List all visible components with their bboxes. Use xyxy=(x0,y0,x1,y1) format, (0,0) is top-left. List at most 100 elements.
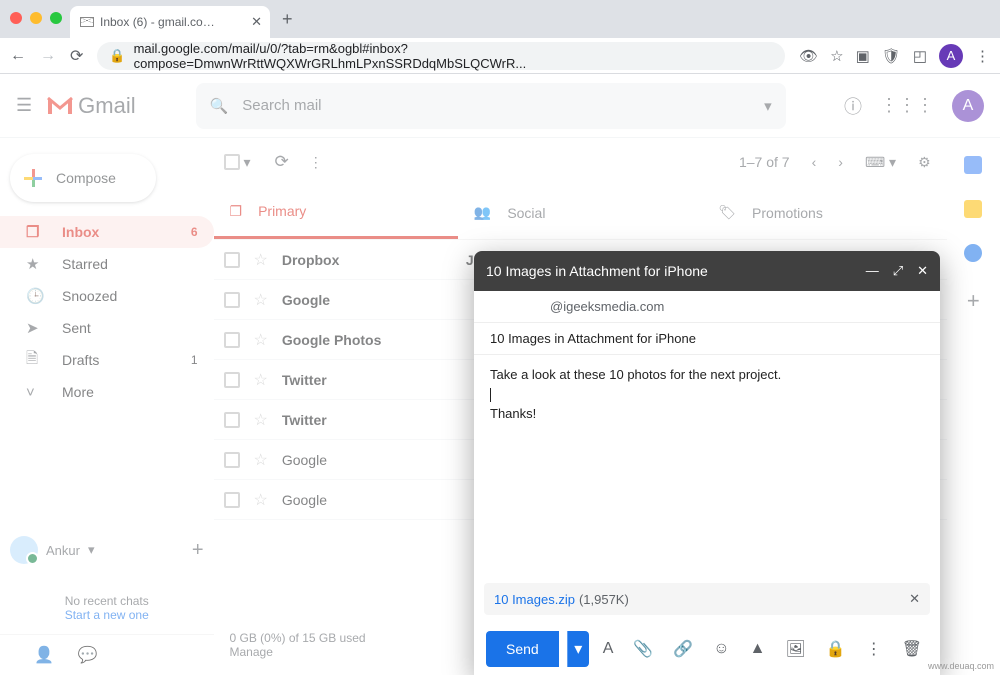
attachment-size: (1,957K) xyxy=(579,592,629,607)
attach-file-icon[interactable]: 📎 xyxy=(627,639,659,659)
tab-title: Inbox (6) - gmail.co… xyxy=(100,15,215,29)
url-text: mail.google.com/mail/u/0/?tab=rm&ogbl#in… xyxy=(134,41,773,71)
refresh-icon[interactable]: ⟳ xyxy=(275,152,289,172)
star-icon[interactable]: ☆ xyxy=(254,290,268,310)
compose-titlebar[interactable]: 10 Images in Attachment for iPhone — ⤢ ✕ xyxy=(474,251,940,291)
profile-avatar[interactable]: A xyxy=(939,44,963,68)
pagination-text: 1–7 of 7 xyxy=(739,154,790,170)
insert-link-icon[interactable]: 🔗 xyxy=(667,639,699,659)
email-sender: Twitter xyxy=(282,412,452,428)
more-options-icon[interactable]: ⋮ xyxy=(860,639,888,659)
chevron-down-icon[interactable]: ▾ xyxy=(88,542,95,558)
email-sender: Google xyxy=(282,292,452,308)
remove-attachment-icon[interactable]: ✕ xyxy=(909,591,920,607)
gmail-logo[interactable]: Gmail xyxy=(46,93,135,119)
sidebar-item-inbox[interactable]: ❐Inbox6 xyxy=(0,216,214,248)
star-icon[interactable]: ☆ xyxy=(254,490,268,510)
sidebar-item-snoozed[interactable]: 🕒Snoozed xyxy=(0,280,214,312)
close-compose-icon[interactable]: ✕ xyxy=(917,263,928,279)
star-icon[interactable]: ☆ xyxy=(254,450,268,470)
star-bookmark-icon[interactable]: ☆ xyxy=(830,47,843,65)
select-all-checkbox[interactable] xyxy=(224,154,240,170)
compose-button[interactable]: Compose xyxy=(10,154,156,202)
reader-icon[interactable]: ▣ xyxy=(856,47,870,65)
popout-compose-icon[interactable]: ⤢ xyxy=(893,263,903,279)
apps-grid-icon[interactable]: ⋮⋮⋮ xyxy=(880,95,934,116)
browser-tab[interactable]: Inbox (6) - gmail.co… ✕ xyxy=(70,6,270,38)
row-checkbox[interactable] xyxy=(224,492,240,508)
calendar-addon-icon[interactable] xyxy=(964,156,982,174)
row-checkbox[interactable] xyxy=(224,372,240,388)
eye-icon[interactable]: 👁 xyxy=(799,47,818,65)
tab-primary[interactable]: ❐Primary xyxy=(214,186,458,239)
compose-to-field[interactable]: @igeeksmedia.com xyxy=(474,291,940,323)
row-checkbox[interactable] xyxy=(224,252,240,268)
close-tab-icon[interactable]: ✕ xyxy=(251,14,262,30)
back-icon[interactable]: ← xyxy=(10,47,26,65)
side-addons-panel: + xyxy=(947,138,1000,675)
hangouts-avatar[interactable] xyxy=(10,536,38,564)
start-chat-link[interactable]: Start a new one xyxy=(10,608,204,622)
more-actions-icon[interactable]: ⋮ xyxy=(309,154,323,171)
tasks-addon-icon[interactable] xyxy=(964,244,982,262)
get-addons-icon[interactable]: + xyxy=(967,288,980,314)
clock-icon: 🕒 xyxy=(26,287,44,305)
insert-drive-icon[interactable]: ▲ xyxy=(744,640,772,658)
hangouts-panel: Ankur ▾ + No recent chats Start a new on… xyxy=(0,524,214,634)
star-icon[interactable]: ☆ xyxy=(254,330,268,350)
new-chat-icon[interactable]: + xyxy=(192,539,204,562)
insert-emoji-icon[interactable]: ☺ xyxy=(707,640,735,658)
formatting-icon[interactable]: A xyxy=(597,640,620,658)
hangouts-contacts-icon[interactable]: 👤 xyxy=(34,645,54,665)
sidebar-item-sent[interactable]: ➤Sent xyxy=(0,312,214,344)
row-checkbox[interactable] xyxy=(224,292,240,308)
input-tools-icon[interactable]: ⌨ ▾ xyxy=(865,154,896,171)
settings-gear-icon[interactable]: ⚙ xyxy=(918,154,931,171)
pocket-icon[interactable]: ◰ xyxy=(913,47,927,65)
search-icon: 🔍 xyxy=(210,97,229,115)
select-dropdown-icon[interactable]: ▾ xyxy=(244,154,251,171)
minimize-window-icon[interactable] xyxy=(30,12,42,24)
account-avatar[interactable]: A xyxy=(952,90,984,122)
search-options-icon[interactable]: ▾ xyxy=(764,97,772,115)
search-input[interactable]: 🔍 Search mail ▾ xyxy=(196,83,786,129)
keep-addon-icon[interactable] xyxy=(964,200,982,218)
attachment-chip[interactable]: 10 Images.zip (1,957K) ✕ xyxy=(484,583,930,615)
star-icon[interactable]: ☆ xyxy=(254,410,268,430)
send-options-button[interactable]: ▾ xyxy=(567,631,589,667)
file-icon: 🗎 xyxy=(26,348,44,373)
new-tab-button[interactable]: + xyxy=(270,9,305,30)
inbox-icon: ❐ xyxy=(26,223,44,241)
confidential-mode-icon[interactable]: 🔒 xyxy=(820,639,852,659)
shield-extension-icon[interactable]: 🛡 xyxy=(882,47,901,65)
tab-social[interactable]: 👥Social xyxy=(458,186,702,239)
kebab-menu-icon[interactable]: ⋮ xyxy=(975,47,990,65)
hangouts-chat-icon[interactable]: 💬 xyxy=(78,645,98,665)
tab-promotions[interactable]: 🏷Promotions xyxy=(702,186,946,239)
reload-icon[interactable]: ⟳ xyxy=(70,46,83,66)
row-checkbox[interactable] xyxy=(224,332,240,348)
email-sender: Twitter xyxy=(282,372,452,388)
next-page-icon[interactable]: › xyxy=(838,154,843,170)
main-menu-icon[interactable]: ☰ xyxy=(16,95,32,116)
support-icon[interactable]: ⓘ xyxy=(844,93,862,119)
send-icon: ➤ xyxy=(26,319,44,337)
send-button[interactable]: Send xyxy=(486,631,559,667)
maximize-window-icon[interactable] xyxy=(50,12,62,24)
minimize-compose-icon[interactable]: — xyxy=(866,263,879,279)
sidebar-item-starred[interactable]: ★Starred xyxy=(0,248,214,280)
star-icon[interactable]: ☆ xyxy=(254,250,268,270)
url-field[interactable]: 🔒 mail.google.com/mail/u/0/?tab=rm&ogbl#… xyxy=(97,42,785,70)
compose-body[interactable]: Take a look at these 10 photos for the n… xyxy=(474,355,940,583)
star-icon[interactable]: ☆ xyxy=(254,370,268,390)
row-checkbox[interactable] xyxy=(224,412,240,428)
compose-footer: Send ▾ A 📎 🔗 ☺ ▲ 🖼 🔒 ⋮ 🗑 xyxy=(474,623,940,675)
close-window-icon[interactable] xyxy=(10,12,22,24)
prev-page-icon[interactable]: ‹ xyxy=(812,154,817,170)
row-checkbox[interactable] xyxy=(224,452,240,468)
sidebar-item-drafts[interactable]: 🗎Drafts1 xyxy=(0,344,214,376)
discard-draft-icon[interactable]: 🗑 xyxy=(896,639,928,659)
insert-photo-icon[interactable]: 🖼 xyxy=(779,639,811,659)
compose-subject-field[interactable]: 10 Images in Attachment for iPhone xyxy=(474,323,940,355)
sidebar-item-more[interactable]: ˅More xyxy=(0,376,214,408)
